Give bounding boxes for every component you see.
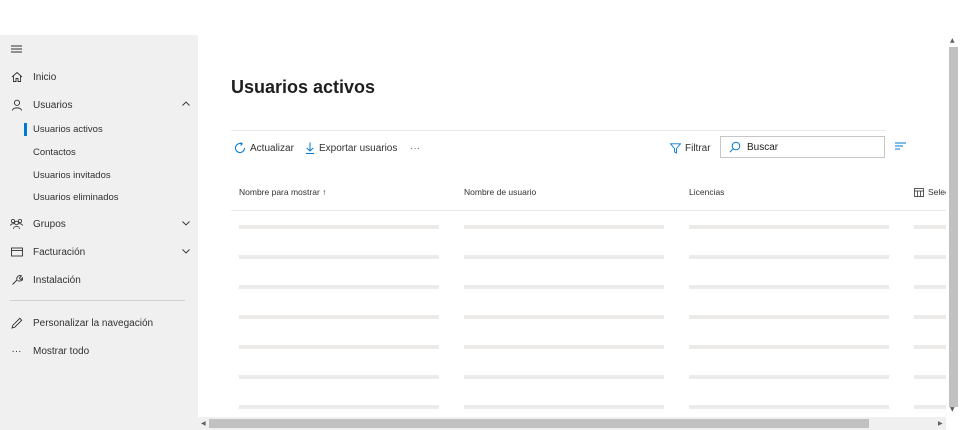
show-all[interactable]: ··· Mostrar todo [0,340,198,362]
sidebar-item-instalacion[interactable]: Instalación [0,269,198,291]
skeleton-placeholder [914,345,946,349]
skeleton-placeholder [689,345,889,349]
skeleton-placeholder [239,285,439,289]
customize-label: Personalizar la navegación [33,317,154,329]
column-header-licenses[interactable]: Licencias [689,187,724,197]
skeleton-placeholder [689,375,889,379]
main-content: Usuarios activos Actualizar Exportar usu… [198,35,946,417]
skeleton-placeholder [914,405,946,409]
filter-label: Filtrar [685,142,711,154]
scroll-down-arrow[interactable]: ▼ [950,406,955,413]
skeleton-placeholder [689,255,889,259]
export-users-button[interactable]: Exportar usuarios [305,140,397,156]
skeleton-placeholder [689,225,889,229]
wrench-icon [10,274,23,287]
page-title: Usuarios activos [231,77,376,97]
skeleton-placeholder [239,405,439,409]
skeleton-placeholder [914,285,946,289]
skeleton-placeholder [239,225,439,229]
pencil-icon [10,317,23,330]
refresh-icon [235,142,246,154]
ellipsis-icon: ··· [11,345,22,357]
group-icon [10,218,23,231]
skeleton-placeholder [239,315,439,319]
export-label: Exportar usuarios [319,142,398,154]
skeleton-placeholder [464,285,664,289]
skeleton-placeholder [239,255,439,259]
sidebar-subitem-contactos[interactable]: Contactos [33,145,76,161]
sidebar-nav: Inicio Usuarios Usuarios activos Contact… [0,35,198,430]
sidebar-subitem-usuarios-eliminados[interactable]: Usuarios eliminados [33,190,119,206]
skeleton-placeholder [914,375,946,379]
toolbar-divider [231,130,886,131]
top-bar [0,0,960,35]
column-selector[interactable]: Selec [914,187,946,197]
sidebar-item-grupos[interactable]: Grupos [0,213,198,235]
search-placeholder: Buscar [747,141,779,153]
download-icon [306,142,314,154]
skeleton-placeholder [239,375,439,379]
chevron-down-icon[interactable] [181,218,191,228]
person-icon [10,99,23,112]
refresh-button[interactable]: Actualizar [234,140,294,156]
column-header-username[interactable]: Nombre de usuario [464,187,536,197]
scroll-right-arrow[interactable]: ▶ [938,420,943,427]
skeleton-placeholder [464,255,664,259]
refresh-label: Actualizar [250,142,294,154]
skeleton-placeholder [464,405,664,409]
sidebar-divider [10,300,185,301]
skeleton-placeholder [464,375,664,379]
sidebar-subitem-usuarios-invitados[interactable]: Usuarios invitados [33,168,111,184]
scroll-up-arrow[interactable]: ▲ [950,37,955,44]
skeleton-placeholder [914,315,946,319]
columns-icon [914,187,924,197]
sidebar-subitem-usuarios-activos[interactable]: Usuarios activos [33,122,103,138]
sidebar-item-usuarios[interactable]: Usuarios [0,94,198,116]
skeleton-placeholder [464,225,664,229]
filter-icon [670,142,681,154]
sidebar-item-label: Inicio [33,71,57,83]
search-icon [729,141,741,153]
horizontal-scroll-thumb[interactable] [209,419,869,428]
vertical-scroll-thumb[interactable] [949,47,958,407]
customize-navigation[interactable]: Personalizar la navegación [0,312,198,334]
skeleton-placeholder [689,405,889,409]
skeleton-placeholder [689,315,889,319]
view-options-icon[interactable] [895,141,907,151]
sidebar-item-label: Instalación [33,274,81,286]
sidebar-item-facturacion[interactable]: Facturación [0,241,198,263]
skeleton-placeholder [239,345,439,349]
card-icon [10,246,23,259]
hamburger-menu-icon[interactable] [11,43,23,55]
skeleton-placeholder [464,345,664,349]
home-icon [10,71,23,84]
more-options-button[interactable]: ··· [410,140,420,156]
skeleton-placeholder [914,255,946,259]
skeleton-placeholder [914,225,946,229]
skeleton-placeholder [689,285,889,289]
selected-indicator [24,123,27,136]
table-header-divider [231,210,946,211]
show-all-label: Mostrar todo [33,345,90,357]
sidebar-item-inicio[interactable]: Inicio [0,66,198,88]
column-header-display-name[interactable]: Nombre para mostrar ↑ [239,187,326,197]
chevron-down-icon[interactable] [181,246,191,256]
chevron-up-icon[interactable] [181,99,191,109]
skeleton-placeholder [464,315,664,319]
column-selector-label: Selec [928,187,946,197]
scroll-left-arrow[interactable]: ◀ [201,420,206,427]
filter-button[interactable]: Filtrar [670,140,711,156]
sidebar-item-label: Facturación [33,246,86,258]
sidebar-item-label: Usuarios [33,99,73,111]
search-input[interactable]: Buscar [720,136,885,158]
sidebar-item-label: Grupos [33,218,66,230]
